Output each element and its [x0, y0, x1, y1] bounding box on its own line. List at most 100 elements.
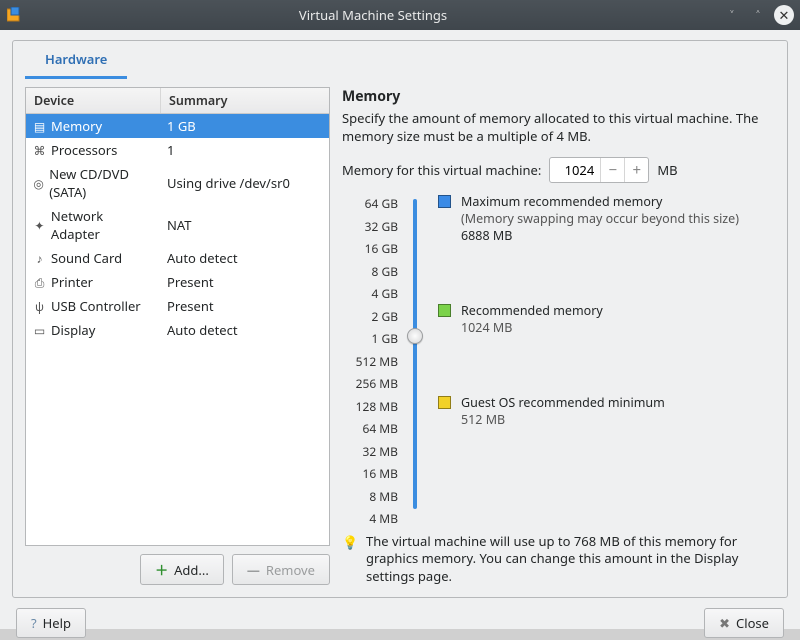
device-row-display[interactable]: ▭ Display Auto detect [26, 318, 329, 342]
minimize-button[interactable]: ˅ [722, 5, 742, 25]
tick-label: 4 GB [342, 283, 398, 306]
usb-icon: ψ [32, 299, 47, 314]
device-summary: Auto detect [161, 246, 329, 270]
device-name: Printer [51, 273, 93, 291]
device-row-network[interactable]: ✦ Network Adapter NAT [26, 204, 329, 246]
app-icon [6, 6, 24, 24]
memory-slider-area: 64 GB 32 GB 16 GB 8 GB 4 GB 2 GB 1 GB 51… [342, 193, 775, 531]
tick-label: 2 GB [342, 306, 398, 329]
device-name: New CD/DVD (SATA) [49, 165, 155, 201]
max-memory-legend: Maximum recommended memory (Memory swapp… [461, 193, 739, 244]
tab-hardware[interactable]: Hardware [25, 40, 127, 79]
tick-label: 32 GB [342, 216, 398, 239]
tab-card: Hardware Device Summary ▤ Memory 1 GB ⌘ Pr… [12, 40, 788, 598]
spin-decrement[interactable]: − [600, 158, 624, 182]
tick-label: 128 MB [342, 396, 398, 419]
tick-label: 64 MB [342, 418, 398, 441]
col-device[interactable]: Device [26, 88, 161, 113]
add-device-button[interactable]: ＋ Add... [140, 554, 224, 585]
display-icon: ▭ [32, 323, 47, 338]
dialog-button-bar: ? Help ✖ Close [12, 598, 788, 640]
tab-content: Device Summary ▤ Memory 1 GB ⌘ Processors … [25, 79, 775, 585]
memory-slider[interactable] [406, 193, 424, 531]
device-table: Device Summary ▤ Memory 1 GB ⌘ Processors … [25, 87, 330, 546]
section-title: Memory [342, 87, 775, 106]
device-row-printer[interactable]: ⎙ Printer Present [26, 270, 329, 294]
tick-label: 16 GB [342, 238, 398, 261]
minimum-memory-swatch [438, 396, 451, 409]
window-title: Virtual Machine Settings [24, 6, 722, 24]
device-row-memory[interactable]: ▤ Memory 1 GB [26, 114, 329, 138]
memory-spinbox: − + [549, 157, 649, 183]
device-name: Processors [51, 141, 117, 159]
recommended-memory-swatch [438, 304, 451, 317]
disc-icon: ◎ [32, 176, 45, 191]
device-row-cddvd[interactable]: ◎ New CD/DVD (SATA) Using drive /dev/sr0 [26, 162, 329, 204]
memory-input[interactable] [550, 161, 600, 179]
help-button[interactable]: ? Help [16, 608, 86, 638]
close-button[interactable]: ✕ [774, 5, 794, 25]
tab-bar: Hardware [25, 40, 775, 79]
spin-increment[interactable]: + [624, 158, 648, 182]
close-label: Close [736, 614, 769, 632]
cpu-icon: ⌘ [32, 143, 47, 158]
tick-label: 16 MB [342, 463, 398, 486]
device-summary: Present [161, 294, 329, 318]
device-summary: 1 [161, 138, 329, 162]
network-icon: ✦ [32, 218, 47, 233]
printer-icon: ⎙ [32, 275, 47, 290]
memory-legend: Maximum recommended memory (Memory swapp… [432, 193, 775, 531]
device-summary: Using drive /dev/sr0 [161, 171, 329, 195]
bulb-icon: 💡 [342, 533, 358, 586]
slider-track [413, 199, 417, 509]
add-label: Add... [174, 561, 209, 579]
slider-tick-labels: 64 GB 32 GB 16 GB 8 GB 4 GB 2 GB 1 GB 51… [342, 193, 398, 531]
section-description: Specify the amount of memory allocated t… [342, 110, 775, 145]
memory-field-label: Memory for this virtual machine: [342, 161, 541, 179]
close-dialog-button[interactable]: ✖ Close [704, 608, 784, 638]
device-summary: Auto detect [161, 318, 329, 342]
minus-icon: — [247, 561, 260, 579]
device-name: USB Controller [51, 297, 141, 315]
remove-label: Remove [266, 561, 315, 579]
tick-label: 256 MB [342, 373, 398, 396]
device-name: Network Adapter [51, 207, 155, 243]
device-table-header: Device Summary [26, 88, 329, 114]
close-icon: ✖ [719, 614, 730, 632]
device-summary: 1 GB [161, 114, 329, 138]
note-text: The virtual machine will use up to 768 M… [366, 533, 775, 586]
plus-icon: ＋ [155, 560, 168, 579]
tick-label: 1 GB [342, 328, 398, 351]
recommended-memory-legend: Recommended memory 1024 MB [461, 302, 603, 336]
device-name: Sound Card [51, 249, 122, 267]
device-row-sound[interactable]: ♪Sound Card Auto detect [26, 246, 329, 270]
slider-thumb[interactable] [407, 328, 423, 344]
max-memory-swatch [438, 195, 451, 208]
tick-label: 512 MB [342, 351, 398, 374]
device-row-processors[interactable]: ⌘ Processors 1 [26, 138, 329, 162]
maximize-button[interactable]: ˄ [748, 5, 768, 25]
memory-unit: MB [657, 161, 677, 179]
minimum-memory-legend: Guest OS recommended minimum 512 MB [461, 394, 665, 428]
tick-label: 64 GB [342, 193, 398, 216]
tick-label: 8 MB [342, 486, 398, 509]
dialog-client: Hardware Device Summary ▤ Memory 1 GB ⌘ Pr… [0, 30, 800, 629]
tick-label: 4 MB [342, 508, 398, 531]
device-row-usb[interactable]: ψ USB Controller Present [26, 294, 329, 318]
memory-icon: ▤ [32, 119, 47, 134]
col-summary[interactable]: Summary [161, 88, 329, 113]
device-button-row: ＋ Add... — Remove [25, 546, 330, 585]
titlebar: Virtual Machine Settings ˅ ˄ ✕ [0, 0, 800, 30]
tick-label: 8 GB [342, 261, 398, 284]
memory-field-row: Memory for this virtual machine: − + MB [342, 157, 775, 183]
tick-label: 32 MB [342, 441, 398, 464]
help-icon: ? [31, 614, 37, 632]
memory-panel: Memory Specify the amount of memory allo… [342, 87, 775, 585]
device-name: Memory [51, 117, 102, 135]
device-summary: NAT [161, 213, 329, 237]
graphics-memory-note: 💡 The virtual machine will use up to 768… [342, 531, 775, 586]
device-summary: Present [161, 270, 329, 294]
remove-device-button[interactable]: — Remove [232, 554, 330, 585]
device-name: Display [51, 321, 95, 339]
help-label: Help [43, 614, 71, 632]
